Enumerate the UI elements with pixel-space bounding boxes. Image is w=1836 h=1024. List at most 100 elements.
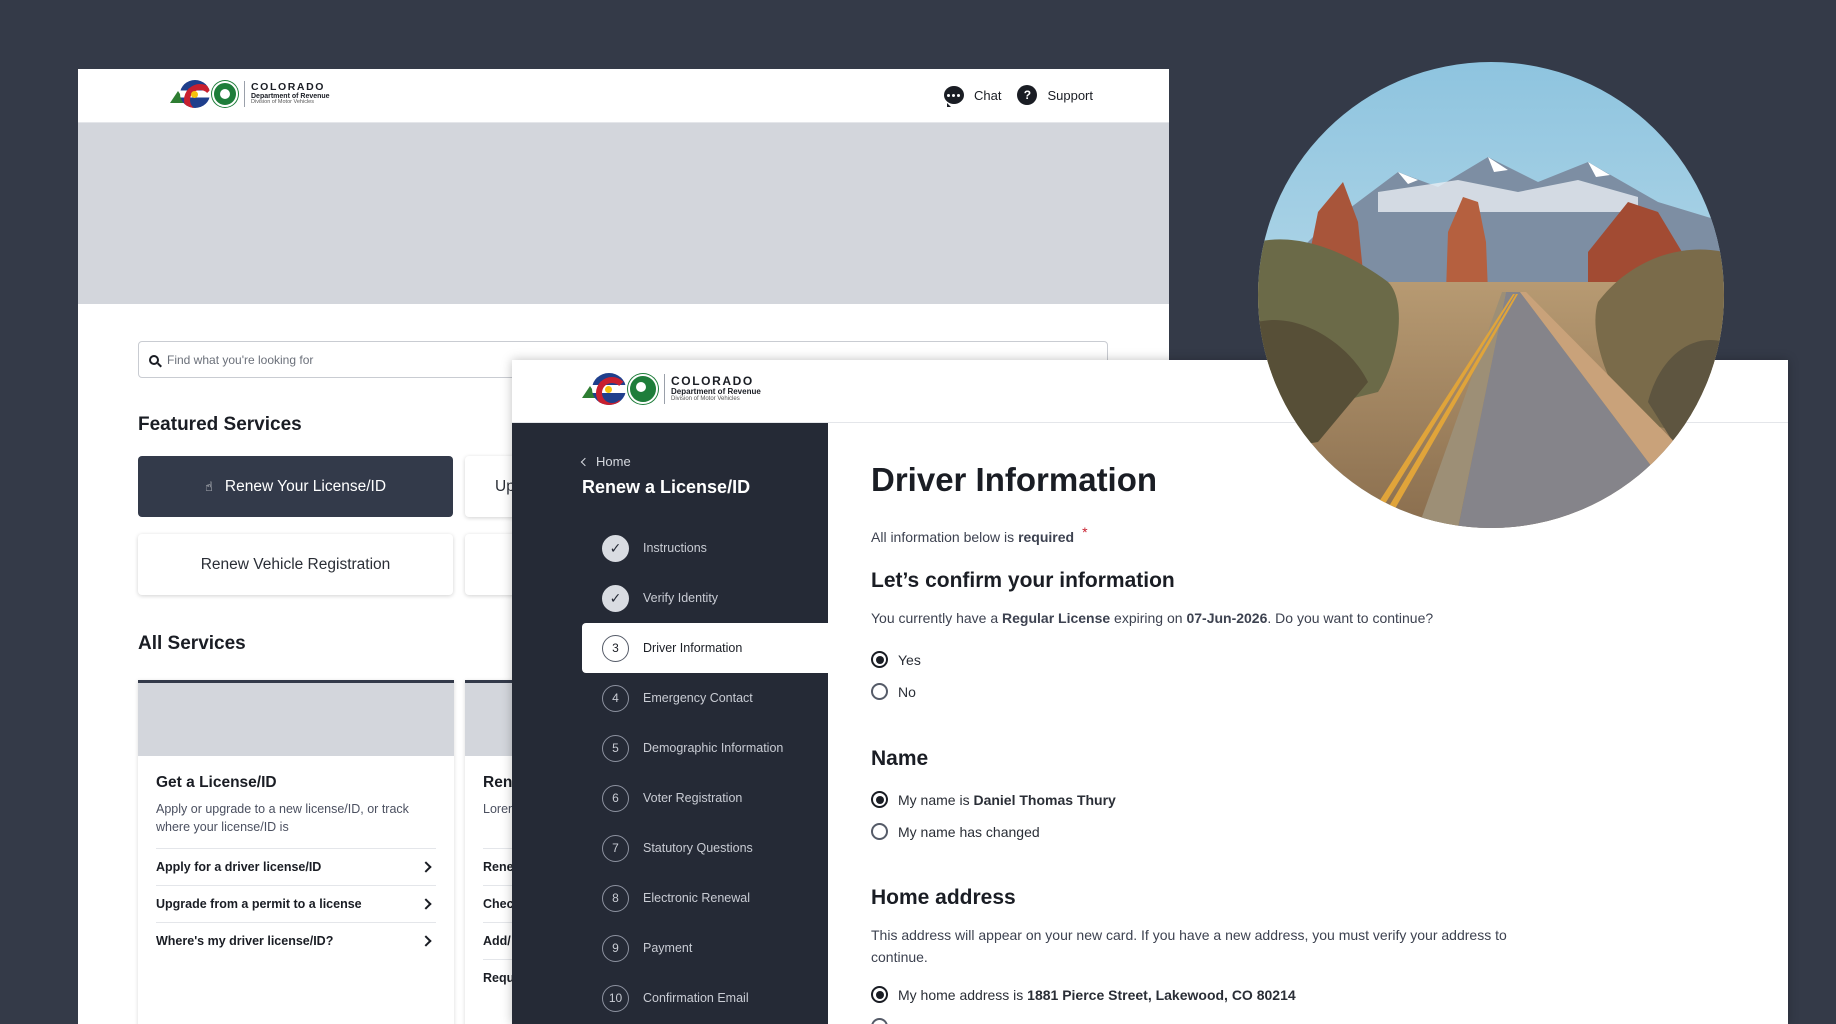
step-label: Voter Registration (643, 791, 743, 805)
search-icon (149, 354, 159, 365)
chevron-right-icon (420, 935, 432, 947)
colorado-c-icon (180, 80, 210, 108)
radio-selected-icon (871, 791, 888, 808)
step-label: Confirmation Email (643, 991, 749, 1005)
step-number: 9 (602, 934, 629, 962)
confirm-text-3: . Do you want to continue? (1267, 610, 1434, 626)
road-landscape-photo (1258, 62, 1724, 528)
step-number: 4 (602, 684, 629, 712)
step-label: Instructions (643, 541, 707, 555)
radio-label: Yes (898, 651, 921, 668)
featured-services-title: Featured Services (138, 414, 302, 435)
required-note: All information below is required * (871, 524, 1088, 545)
home-header: COLORADO Department of Revenue Division … (78, 69, 1169, 123)
address-changed-radio[interactable] (871, 1018, 888, 1024)
step-label: Verify Identity (643, 591, 719, 605)
step-voter-registration[interactable]: 6 Voter Registration (582, 773, 828, 823)
name-same-radio[interactable]: My name is Daniel Thomas Thury (871, 791, 1116, 808)
confirm-text: You currently have a Regular License exp… (871, 608, 1433, 630)
service-card-get-license: Get a License/ID Apply or upgrade to a n… (138, 680, 454, 1024)
pointer-cursor-icon: ☝ (204, 478, 213, 494)
card-link-label: Chec (483, 897, 514, 912)
step-demographic-information[interactable]: 5 Demographic Information (582, 723, 828, 773)
address-prefix: My home address is (898, 986, 1028, 1003)
card-link-label: Add/ (483, 934, 511, 949)
radio-selected-icon (871, 651, 888, 668)
step-verify-identity[interactable]: ✓ Verify Identity (582, 573, 828, 623)
step-driver-information[interactable]: 3 Driver Information (582, 623, 828, 673)
radio-unselected-icon (871, 1018, 888, 1024)
continue-yes-radio[interactable]: Yes (871, 651, 921, 668)
name-changed-radio[interactable]: My name has changed (871, 823, 1040, 840)
step-label: Statutory Questions (643, 841, 753, 855)
step-label: Payment (643, 941, 693, 955)
seal-icon (212, 81, 238, 107)
renew-vehicle-registration-button[interactable]: Renew Vehicle Registration (138, 534, 453, 595)
back-home-label: Home (596, 454, 631, 469)
colorado-dmv-logo[interactable]: COLORADO Department of Revenue Division … (582, 373, 761, 405)
chat-icon[interactable] (943, 86, 964, 107)
logo-separator (244, 81, 245, 107)
radio-label: My home address is 1881 Pierce Street, L… (898, 987, 1296, 1003)
chat-link[interactable]: Chat (974, 88, 1001, 103)
renew-vehicle-registration-label: Renew Vehicle Registration (200, 555, 391, 573)
step-number: 5 (602, 734, 629, 762)
confirm-text-1: You currently have a (871, 610, 1003, 626)
required-bold: required (1018, 529, 1075, 545)
renew-license-label: Renew Your License/ID (224, 477, 387, 495)
back-home-link[interactable]: Home (580, 454, 631, 469)
all-services-title: All Services (138, 633, 246, 654)
logo-marks (170, 80, 238, 108)
card-link-label: Rene (483, 860, 514, 875)
colorado-dmv-logo[interactable]: COLORADO Department of Revenue Division … (170, 80, 330, 108)
current-name: Daniel Thomas Thury (973, 791, 1116, 808)
radio-label: No (898, 683, 916, 700)
name-heading: Name (871, 747, 929, 770)
card-link[interactable]: Upgrade from a permit to a license (156, 885, 436, 922)
license-type: Regular License (1002, 610, 1111, 626)
logo-line-2: Department of Revenue (671, 386, 761, 396)
step-number: 3 (602, 634, 629, 662)
name-prefix: My name is (898, 791, 974, 808)
address-same-radio[interactable]: My home address is 1881 Pierce Street, L… (871, 986, 1296, 1003)
step-statutory-questions[interactable]: 7 Statutory Questions (582, 823, 828, 873)
logo-line-1: COLORADO (251, 80, 326, 93)
step-electronic-renewal[interactable]: 8 Electronic Renewal (582, 873, 828, 923)
home-address-heading: Home address (871, 886, 1016, 909)
support-link[interactable]: Support (1047, 88, 1093, 103)
home-address-description: This address will appear on your new car… (871, 927, 1507, 965)
card-link[interactable]: Apply for a driver license/ID (156, 848, 436, 885)
step-sidebar: Home Renew a License/ID ✓ Instructions ✓ V… (512, 423, 828, 1024)
step-emergency-contact[interactable]: 4 Emergency Contact (582, 673, 828, 723)
step-number: 10 (602, 984, 629, 1012)
card-title: Get a License/ID (156, 774, 277, 791)
step-instructions[interactable]: ✓ Instructions (582, 523, 828, 573)
help-icon[interactable]: ? (1017, 85, 1038, 105)
form-main: Driver Information All information below… (871, 423, 1788, 1024)
required-star: * (1082, 524, 1088, 540)
card-image-placeholder (138, 683, 454, 756)
card-link-label: Upgrade from a permit to a license (156, 897, 362, 912)
card-link-label: Requ (483, 971, 515, 986)
step-label: Driver Information (643, 641, 743, 655)
step-confirmation-email[interactable]: 10 Confirmation Email (582, 973, 828, 1023)
radio-label: My name is Daniel Thomas Thury (898, 792, 1116, 808)
radio-label: My name has changed (898, 823, 1040, 840)
seal-icon (628, 374, 658, 404)
card-description: Apply or upgrade to a new license/ID, or… (156, 802, 409, 835)
step-label: Demographic Information (643, 741, 784, 755)
radio-unselected-icon (871, 823, 888, 840)
check-icon: ✓ (602, 584, 629, 612)
current-address: 1881 Pierce Street, Lakewood, CO 80214 (1027, 986, 1296, 1003)
step-payment[interactable]: 9 Payment (582, 923, 828, 973)
colorado-c-icon (592, 373, 626, 405)
continue-no-radio[interactable]: No (871, 683, 916, 700)
chevron-left-icon (580, 457, 590, 466)
chevron-right-icon (420, 898, 432, 910)
card-link[interactable]: Where's my driver license/ID? (156, 922, 436, 959)
step-number: 7 (602, 834, 629, 862)
search-placeholder: Find what you're looking for (167, 352, 314, 367)
renew-license-button[interactable]: ☝ Renew Your License/ID (138, 456, 453, 517)
radio-unselected-icon (871, 683, 888, 700)
step-number: 8 (602, 884, 629, 912)
